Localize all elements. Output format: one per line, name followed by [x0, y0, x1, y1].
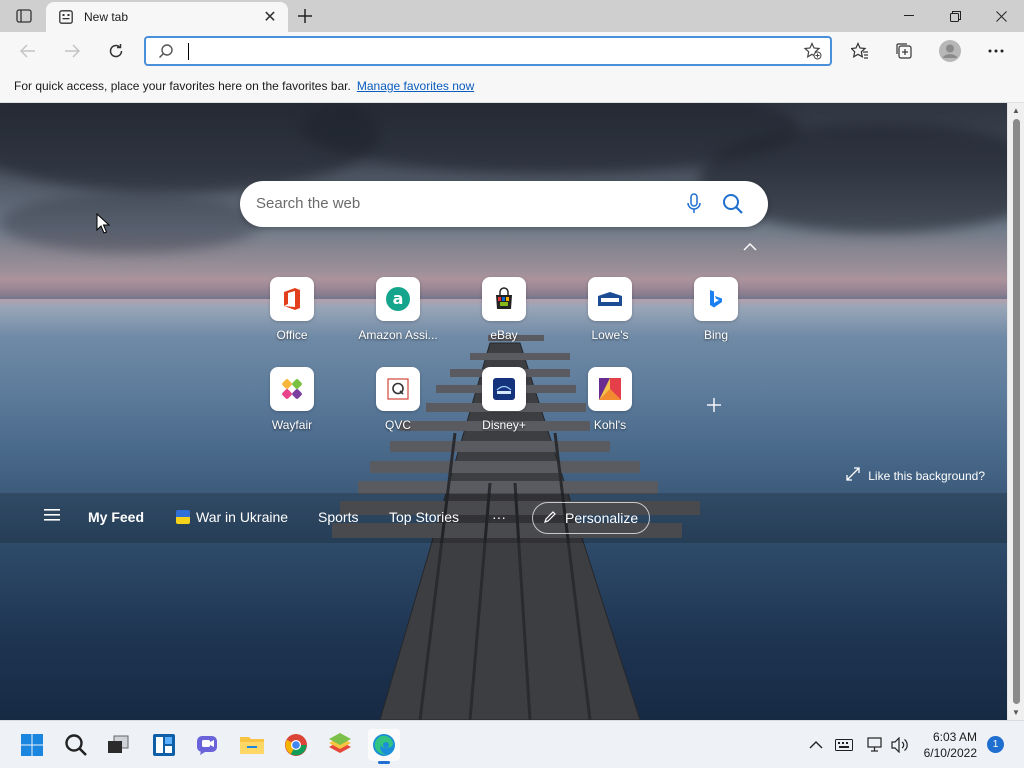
- clock-time: 6:03 AM: [932, 730, 977, 744]
- text-caret: [188, 43, 189, 60]
- add-site-button[interactable]: [700, 391, 728, 419]
- search-icon: [158, 43, 174, 62]
- personalize-label: Personalize: [565, 510, 639, 526]
- pencil-icon: [543, 510, 557, 527]
- add-favorite-star-icon[interactable]: [803, 42, 822, 63]
- quick-link-amazon[interactable]: a Amazon Assi...: [353, 277, 443, 347]
- disney-plus-icon: [482, 367, 526, 411]
- back-button[interactable]: [14, 37, 42, 65]
- lowes-icon: [588, 277, 632, 321]
- quick-link-lowes[interactable]: Lowe's: [565, 277, 655, 347]
- web-search-box[interactable]: Search the web: [240, 181, 768, 227]
- quick-link-label: Kohl's: [593, 418, 627, 432]
- bing-icon: [694, 277, 738, 321]
- quick-link-disney-plus[interactable]: Disney+: [459, 367, 549, 437]
- profile-avatar[interactable]: [936, 37, 964, 65]
- hamburger-menu-icon[interactable]: [44, 509, 60, 524]
- collections-icon[interactable]: [890, 37, 918, 65]
- start-button[interactable]: [16, 729, 48, 761]
- vertical-scrollbar[interactable]: ▲ ▼: [1007, 103, 1024, 720]
- quick-link-qvc[interactable]: QVC: [353, 367, 443, 437]
- task-view-icon[interactable]: [102, 729, 134, 761]
- clock-date: 6/10/2022: [923, 746, 977, 760]
- ukraine-flag-icon: [176, 510, 190, 524]
- scrollbar-thumb[interactable]: [1013, 119, 1020, 704]
- quick-link-label: Amazon Assi...: [358, 328, 438, 342]
- personalize-button[interactable]: Personalize: [532, 502, 650, 534]
- kohls-icon: [588, 367, 632, 411]
- quick-link-ebay[interactable]: eBay: [459, 277, 549, 347]
- manage-favorites-link[interactable]: Manage favorites now: [357, 79, 474, 93]
- quick-link-office[interactable]: Office: [247, 277, 337, 347]
- feed-tab-top-stories[interactable]: Top Stories: [389, 509, 459, 525]
- minimize-button[interactable]: [886, 0, 932, 32]
- quick-link-label: Office: [276, 328, 308, 342]
- quick-link-bing[interactable]: Bing: [671, 277, 761, 347]
- notification-badge[interactable]: 1: [987, 736, 1004, 753]
- quick-link-label: Disney+: [482, 418, 526, 432]
- quick-link-wayfair[interactable]: Wayfair: [247, 367, 337, 437]
- svg-text:a: a: [393, 289, 404, 308]
- widgets-icon[interactable]: [148, 729, 180, 761]
- quick-link-label: QVC: [384, 418, 411, 432]
- chrome-icon[interactable]: [280, 729, 312, 761]
- new-tab-page: Search the web Office a Amazon Assi... e…: [0, 103, 1007, 720]
- quick-link-kohls[interactable]: Kohl's: [565, 367, 655, 437]
- mouse-pointer-icon: [96, 212, 111, 238]
- search-placeholder: Search the web: [256, 195, 361, 212]
- restore-button[interactable]: [932, 0, 978, 32]
- amazon-icon: a: [376, 277, 420, 321]
- tab-new-tab[interactable]: New tab ✕: [46, 2, 288, 32]
- browser-toolbar: [0, 32, 1024, 70]
- favorites-bar: For quick access, place your favorites h…: [0, 70, 1024, 103]
- tab-title: New tab: [84, 10, 129, 24]
- like-background-button[interactable]: Like this background?: [846, 467, 985, 484]
- address-bar[interactable]: [144, 36, 832, 66]
- quick-link-label: Wayfair: [271, 418, 313, 432]
- new-tab-button[interactable]: [292, 4, 318, 28]
- title-bar: New tab ✕: [0, 0, 1024, 32]
- feed-more-icon[interactable]: ···: [492, 509, 506, 525]
- quick-link-label: eBay: [490, 328, 518, 342]
- network-icon[interactable]: [866, 736, 886, 754]
- teams-chat-icon[interactable]: [192, 729, 224, 761]
- system-clock[interactable]: 6:03 AM 6/10/2022: [924, 729, 977, 761]
- scroll-down-arrow-icon[interactable]: ▼: [1012, 708, 1020, 717]
- edge-browser-icon[interactable]: [368, 729, 400, 764]
- favorites-bar-message: For quick access, place your favorites h…: [14, 79, 351, 93]
- search-taskbar-icon[interactable]: [60, 729, 92, 761]
- quick-link-label: Bing: [703, 328, 729, 342]
- windows-taskbar: 6:03 AM 6/10/2022 1: [0, 720, 1024, 768]
- tab-close-icon[interactable]: ✕: [258, 5, 282, 29]
- more-menu-icon[interactable]: [982, 37, 1010, 65]
- feed-tab-war-in-ukraine[interactable]: War in Ukraine: [176, 509, 288, 525]
- microphone-icon[interactable]: [686, 193, 702, 218]
- scroll-up-arrow-icon[interactable]: ▲: [1012, 106, 1020, 115]
- like-background-label: Like this background?: [868, 468, 985, 483]
- favorites-icon[interactable]: [846, 37, 874, 65]
- refresh-button[interactable]: [102, 37, 130, 65]
- qvc-icon: [376, 367, 420, 411]
- news-feed-bar: My Feed War in Ukraine Sports Top Storie…: [0, 493, 1007, 543]
- forward-button[interactable]: [58, 37, 86, 65]
- keyboard-icon[interactable]: [834, 736, 854, 754]
- tab-actions-icon[interactable]: [10, 7, 38, 25]
- feed-tab-my-feed[interactable]: My Feed: [88, 509, 144, 525]
- chevron-up-icon[interactable]: [743, 239, 757, 254]
- expand-icon: [846, 467, 860, 484]
- file-explorer-icon[interactable]: [236, 729, 268, 761]
- quick-link-label: Lowe's: [591, 328, 629, 342]
- search-submit-icon[interactable]: [722, 193, 744, 218]
- newtab-page-icon: [58, 9, 74, 25]
- wayfair-icon: [270, 367, 314, 411]
- show-hidden-icons-chevron[interactable]: [806, 736, 826, 754]
- feed-tab-sports[interactable]: Sports: [318, 509, 358, 525]
- volume-icon[interactable]: [890, 736, 910, 754]
- feed-tab-label: War in Ukraine: [196, 509, 289, 525]
- ebay-icon: [482, 277, 526, 321]
- bluestacks-icon[interactable]: [324, 729, 356, 761]
- close-window-button[interactable]: [978, 0, 1024, 32]
- office-icon: [270, 277, 314, 321]
